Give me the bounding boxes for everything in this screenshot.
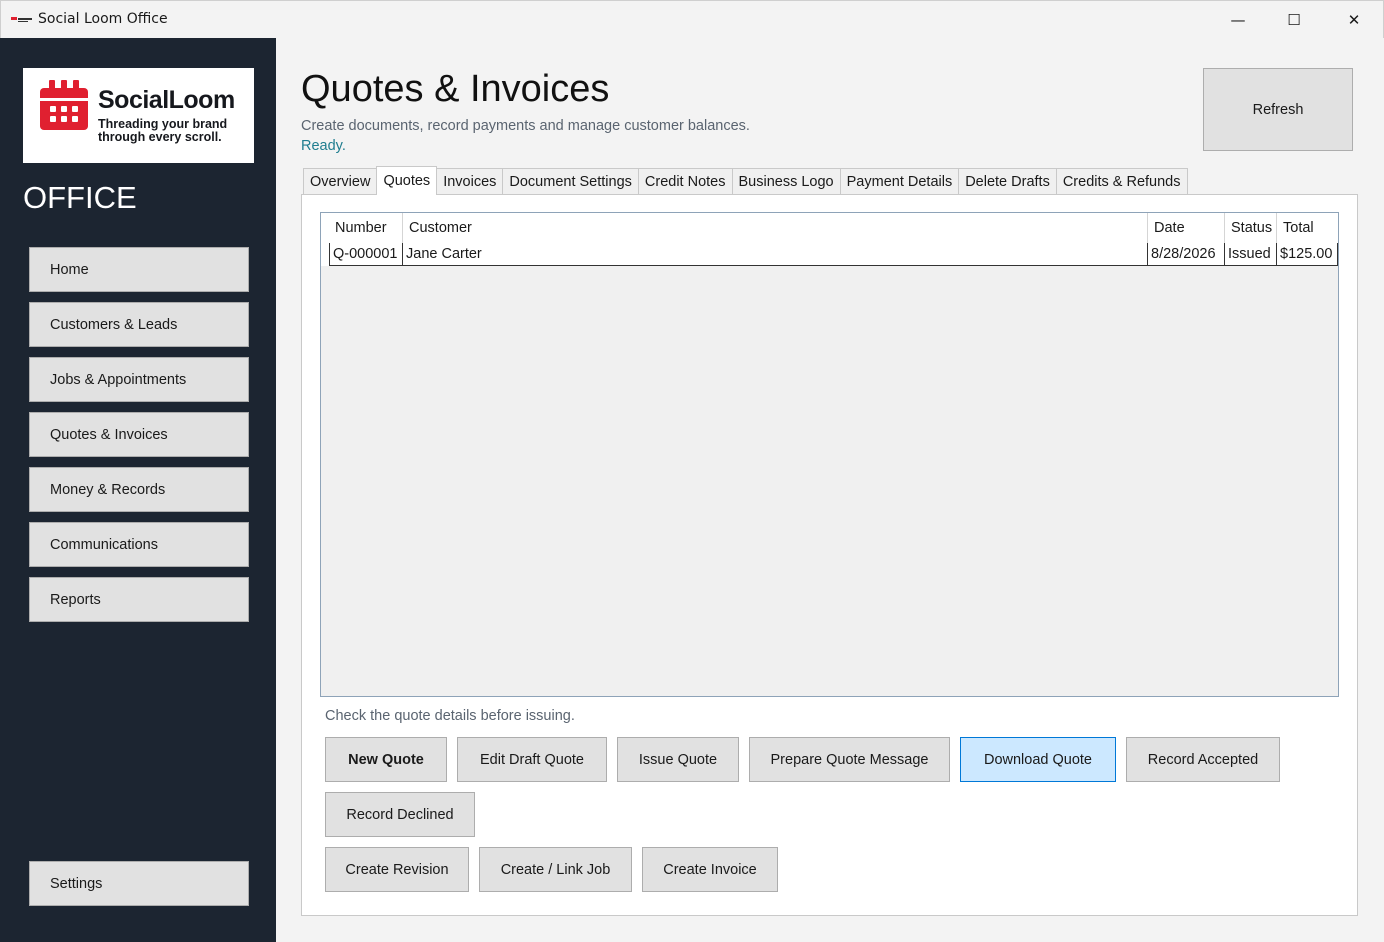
- quotes-table[interactable]: Number Customer Date Status Total Q-0000…: [320, 212, 1339, 697]
- logo-name: SocialLoom: [98, 86, 235, 114]
- sidebar: SocialLoom Threading your brand through …: [0, 38, 276, 942]
- tab-business-logo[interactable]: Business Logo: [731, 168, 841, 195]
- issue-quote-button[interactable]: Issue Quote: [617, 737, 739, 782]
- sidebar-item-reports[interactable]: Reports: [29, 577, 249, 622]
- title-bar: Social Loom Office — ☐ ✕: [0, 0, 1384, 38]
- maximize-icon[interactable]: ☐: [1271, 1, 1317, 39]
- logo: SocialLoom Threading your brand through …: [23, 68, 254, 163]
- table-row[interactable]: Q-000001 Jane Carter 8/28/2026 Issued $1…: [329, 243, 1338, 266]
- column-header-number[interactable]: Number: [329, 213, 403, 243]
- column-header-customer[interactable]: Customer: [403, 213, 1148, 243]
- tab-overview[interactable]: Overview: [303, 168, 378, 195]
- cell-number[interactable]: Q-000001: [329, 243, 403, 265]
- tab-invoices[interactable]: Invoices: [436, 168, 504, 195]
- status-text: Ready.: [301, 138, 346, 154]
- tab-credits-refunds[interactable]: Credits & Refunds: [1055, 168, 1188, 195]
- tab-payment-details[interactable]: Payment Details: [839, 168, 960, 195]
- page-title: Quotes & Invoices: [301, 68, 610, 110]
- app-icon: [11, 17, 32, 22]
- sidebar-item-money-records[interactable]: Money & Records: [29, 467, 249, 512]
- tab-quotes[interactable]: Quotes: [376, 166, 438, 195]
- quotes-panel: Number Customer Date Status Total Q-0000…: [301, 194, 1358, 916]
- section-label: OFFICE: [23, 180, 137, 215]
- close-icon[interactable]: ✕: [1331, 1, 1377, 39]
- refresh-button[interactable]: Refresh: [1203, 68, 1353, 151]
- sidebar-item-quotes-invoices[interactable]: Quotes & Invoices: [29, 412, 249, 457]
- tab-bar: Overview Quotes Invoices Document Settin…: [303, 166, 1188, 195]
- record-accepted-button[interactable]: Record Accepted: [1126, 737, 1280, 782]
- column-header-date[interactable]: Date: [1148, 213, 1225, 243]
- sidebar-item-communications[interactable]: Communications: [29, 522, 249, 567]
- sidebar-item-settings[interactable]: Settings: [29, 861, 249, 906]
- hint-text: Check the quote details before issuing.: [325, 708, 575, 724]
- tab-delete-drafts[interactable]: Delete Drafts: [958, 168, 1057, 195]
- tab-document-settings[interactable]: Document Settings: [502, 168, 639, 195]
- create-link-job-button[interactable]: Create / Link Job: [479, 847, 632, 892]
- edit-draft-quote-button[interactable]: Edit Draft Quote: [457, 737, 607, 782]
- sidebar-item-jobs-appointments[interactable]: Jobs & Appointments: [29, 357, 249, 402]
- prepare-quote-message-button[interactable]: Prepare Quote Message: [749, 737, 950, 782]
- cell-status[interactable]: Issued: [1225, 243, 1277, 265]
- logo-tagline: Threading your brand through every scrol…: [98, 117, 228, 144]
- sidebar-item-home[interactable]: Home: [29, 247, 249, 292]
- table-header: Number Customer Date Status Total: [329, 213, 1338, 243]
- create-revision-button[interactable]: Create Revision: [325, 847, 469, 892]
- cell-customer[interactable]: Jane Carter: [403, 243, 1148, 265]
- new-quote-button[interactable]: New Quote: [325, 737, 447, 782]
- tab-credit-notes[interactable]: Credit Notes: [637, 168, 733, 195]
- column-header-status[interactable]: Status: [1225, 213, 1277, 243]
- record-declined-button[interactable]: Record Declined: [325, 792, 475, 837]
- cell-total[interactable]: $125.00: [1277, 243, 1338, 265]
- cell-date[interactable]: 8/28/2026: [1148, 243, 1225, 265]
- main-content: Quotes & Invoices Create documents, reco…: [276, 38, 1384, 942]
- download-quote-button[interactable]: Download Quote: [960, 737, 1116, 782]
- calendar-loom-icon: [40, 80, 88, 130]
- column-header-total[interactable]: Total: [1277, 213, 1338, 243]
- page-subtitle: Create documents, record payments and ma…: [301, 118, 750, 134]
- create-invoice-button[interactable]: Create Invoice: [642, 847, 778, 892]
- row-selector-column[interactable]: [321, 213, 329, 266]
- sidebar-item-customers-leads[interactable]: Customers & Leads: [29, 302, 249, 347]
- window-title: Social Loom Office: [38, 11, 168, 27]
- minimize-icon[interactable]: —: [1215, 1, 1261, 39]
